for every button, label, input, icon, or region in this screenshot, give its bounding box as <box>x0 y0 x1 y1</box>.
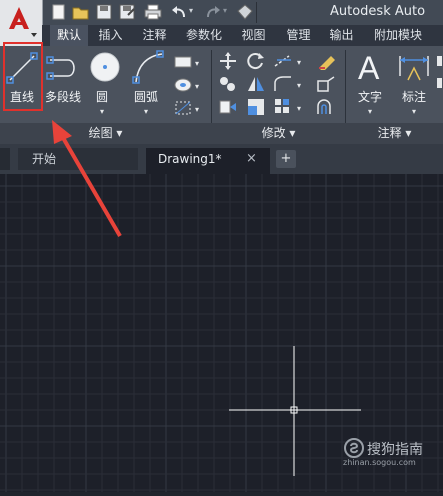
title-separator <box>256 2 257 23</box>
dimension-label: 标注 <box>401 90 426 104</box>
tab-parametric[interactable]: 参数化 <box>180 25 228 46</box>
tab-edge <box>0 148 10 170</box>
watermark-url: zhinan.sogou.com <box>343 458 416 467</box>
erase-icon[interactable] <box>316 52 338 70</box>
red-arrow-icon <box>52 120 122 238</box>
explode-icon[interactable] <box>316 75 338 93</box>
circle-button[interactable]: 圆 ▾ <box>87 50 123 120</box>
polyline-label: 多段线 <box>44 90 81 104</box>
new-tab-button[interactable]: + <box>276 150 296 168</box>
text-label: 文字 <box>357 90 382 104</box>
copy-icon[interactable] <box>218 75 238 93</box>
undo-icon[interactable] <box>170 3 188 21</box>
arc-label: 圆弧 <box>133 90 158 104</box>
hatch-icon[interactable]: ▾ <box>173 77 203 93</box>
rectangle-icon[interactable]: ▾ <box>173 54 203 70</box>
tab-manage[interactable]: 管理 <box>281 25 316 46</box>
open-icon[interactable] <box>72 3 90 21</box>
mirror-icon[interactable] <box>247 75 265 93</box>
tab-default[interactable]: 默认 <box>50 25 88 46</box>
tab-drawing1[interactable]: Drawing1* × <box>146 148 270 174</box>
window-title: Autodesk Auto <box>330 4 426 19</box>
arc-button[interactable]: 圆弧 ▾ <box>130 50 166 120</box>
tab-drawing1-label: Drawing1* <box>158 152 222 166</box>
tab-annotate[interactable]: 注释 <box>137 25 172 46</box>
close-icon[interactable]: × <box>246 148 257 170</box>
arc-dropdown-icon[interactable]: ▾ <box>130 107 162 116</box>
dimension-icon <box>399 56 429 81</box>
sogou-logo-icon <box>344 438 364 458</box>
circle-icon <box>90 52 120 82</box>
move-icon[interactable] <box>218 52 238 70</box>
text-dropdown-icon[interactable]: ▾ <box>352 107 388 116</box>
workspace-icon[interactable] <box>236 3 254 21</box>
text-icon: A <box>358 50 380 86</box>
svg-text:▾: ▾ <box>297 104 301 113</box>
save-as-icon[interactable] <box>118 3 136 21</box>
modify-panel-title[interactable]: 修改 ▾ <box>212 124 345 142</box>
redo-icon[interactable] <box>204 3 222 21</box>
svg-text:▾: ▾ <box>297 81 301 90</box>
stretch-icon[interactable] <box>218 98 238 116</box>
gradient-icon[interactable]: ▾ <box>173 100 203 116</box>
print-icon[interactable] <box>144 3 162 21</box>
fillet-icon[interactable]: ▾ <box>273 75 309 93</box>
svg-text:▾: ▾ <box>195 59 199 68</box>
rotate-icon[interactable] <box>247 52 265 70</box>
dimension-dropdown-icon[interactable]: ▾ <box>396 107 432 116</box>
watermark-brand: 搜狗指南 <box>367 442 423 458</box>
dimension-button[interactable]: 标注 ▾ <box>396 50 436 120</box>
svg-text:▾: ▾ <box>297 58 301 67</box>
undo-dropdown-icon[interactable]: ▾ <box>189 6 193 15</box>
application-menu-button[interactable] <box>0 0 43 46</box>
svg-text:▾: ▾ <box>195 105 199 114</box>
array-icon[interactable]: ▾ <box>273 98 309 116</box>
autocad-logo-icon <box>9 7 37 37</box>
circle-dropdown-icon[interactable]: ▾ <box>87 107 117 116</box>
trim-icon[interactable]: ▾ <box>273 52 309 70</box>
offset-icon[interactable] <box>316 98 338 116</box>
save-icon[interactable] <box>95 3 113 21</box>
annotation-panel-title[interactable]: 注释 ▾ <box>346 124 443 142</box>
scale-icon[interactable] <box>247 98 265 116</box>
polyline-button[interactable]: 多段线 <box>44 50 84 114</box>
circle-label: 圆 <box>95 90 108 104</box>
polyline-icon <box>46 56 75 80</box>
text-button[interactable]: A 文字 ▾ <box>352 50 392 120</box>
tab-insert[interactable]: 插入 <box>93 25 128 46</box>
tab-addins[interactable]: 附加模块 <box>368 25 428 46</box>
new-icon[interactable] <box>50 3 68 21</box>
svg-text:▾: ▾ <box>195 82 199 91</box>
tab-output[interactable]: 输出 <box>324 25 359 46</box>
more-tools-icon[interactable] <box>436 52 443 112</box>
redo-dropdown-icon[interactable]: ▾ <box>223 6 227 15</box>
arc-icon <box>132 50 164 84</box>
watermark: 搜狗指南 zhinan.sogou.com <box>343 437 441 467</box>
tab-view[interactable]: 视图 <box>236 25 271 46</box>
crosshair-cursor-icon <box>229 346 361 476</box>
highlight-box <box>3 42 43 111</box>
